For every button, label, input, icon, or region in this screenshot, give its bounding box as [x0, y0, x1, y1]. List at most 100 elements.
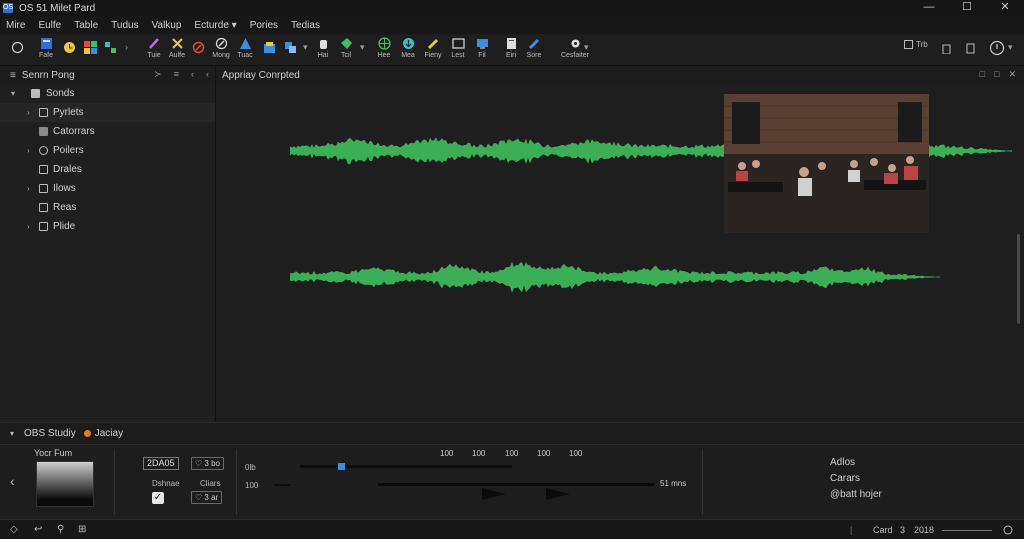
- chevron-right-icon[interactable]: ›: [125, 42, 128, 52]
- timeline-track[interactable]: [378, 483, 654, 486]
- toolbar-aulfe-button[interactable]: Aulfe: [164, 37, 190, 59]
- audio-item[interactable]: @batt hojer: [830, 489, 882, 500]
- tree-item[interactable]: › Ilows: [0, 179, 215, 198]
- restore-icon[interactable]: □: [980, 69, 985, 80]
- minimize-button[interactable]: —: [910, 0, 948, 16]
- toolbar-mong-button[interactable]: Mong: [208, 37, 234, 59]
- grid-icon: [39, 127, 48, 136]
- back-icon[interactable]: ‹: [191, 69, 194, 80]
- menu-item[interactable]: Pories: [250, 20, 278, 31]
- grid-color-icon[interactable]: [84, 41, 97, 54]
- tree-item[interactable]: › Poilers: [0, 141, 215, 160]
- chevron-down-icon[interactable]: ▾: [11, 89, 15, 98]
- volume-slider[interactable]: [300, 465, 512, 468]
- menu-item[interactable]: Ecturde ▾: [194, 20, 236, 31]
- document-icon: [506, 38, 516, 49]
- toolbar-mea-button[interactable]: Mea: [395, 37, 421, 59]
- chevron-down-icon[interactable]: ▾: [303, 42, 308, 53]
- tree-item-label: Reas: [53, 202, 77, 213]
- power-icon[interactable]: [989, 40, 1005, 56]
- chevron-down-icon[interactable]: ▾: [360, 42, 365, 53]
- menu-item[interactable]: Mire: [6, 20, 25, 31]
- toolbar-fil-button[interactable]: Fil: [469, 37, 495, 59]
- chevron-right-icon[interactable]: ›: [27, 108, 30, 117]
- toolbar-label: Fieny: [424, 52, 442, 59]
- checkbox[interactable]: ✓: [152, 492, 164, 504]
- record-icon[interactable]: [192, 41, 205, 54]
- tree-item[interactable]: Catorrars: [0, 122, 215, 141]
- toolbar-sore-button[interactable]: Sore: [521, 37, 547, 59]
- toolbar-tcil-button[interactable]: Tcil: [333, 37, 359, 59]
- menu-item[interactable]: Tudus: [111, 20, 138, 31]
- toolbar-fieny-button[interactable]: Fieny: [420, 37, 446, 59]
- volume-slider-handle[interactable]: [338, 463, 345, 470]
- audio-item[interactable]: Adlos: [830, 457, 855, 468]
- dock-button[interactable]: ♡ 3 bo: [191, 457, 224, 470]
- toolbar-hee-button[interactable]: Hee: [371, 37, 397, 59]
- controls-dock: ‹ Yocr Fum 2DA05 ♡ 3 bo Dshnae ✓ Cliars …: [0, 444, 1024, 519]
- close-icon[interactable]: ✕: [1008, 69, 1016, 80]
- level-label: 100: [245, 481, 259, 490]
- tree-item[interactable]: Drales: [0, 160, 215, 179]
- back-icon[interactable]: ‹: [206, 69, 209, 80]
- color-picker-square[interactable]: [36, 461, 94, 507]
- chevron-right-icon[interactable]: ›: [27, 146, 30, 155]
- maximize-button[interactable]: ☐: [948, 0, 986, 16]
- package-icon[interactable]: [263, 41, 276, 54]
- pin-icon[interactable]: ⚲: [57, 524, 64, 535]
- list-icon[interactable]: ≡: [174, 69, 179, 80]
- menu-bar: Mire Eulfe Table Tudus Valkup Ecturde ▾ …: [0, 16, 1024, 34]
- audio-item[interactable]: Carars: [830, 473, 860, 484]
- trb-button[interactable]: Trb: [904, 40, 928, 49]
- close-button[interactable]: ✕: [986, 0, 1024, 16]
- chevron-down-icon[interactable]: ▾: [10, 429, 14, 438]
- vertical-scrollbar[interactable]: [1017, 234, 1020, 324]
- menu-item[interactable]: Tedias: [291, 20, 320, 31]
- toolbar-label: Lest: [451, 52, 465, 59]
- card-label: Card: [873, 525, 893, 535]
- timecode-field[interactable]: 2DA05: [143, 457, 179, 470]
- play-icon[interactable]: [482, 487, 506, 501]
- toolbar-file-button[interactable]: Fafe: [33, 37, 59, 59]
- layers-icon[interactable]: [284, 41, 297, 54]
- dock-button[interactable]: ♡ 3 ar: [191, 491, 223, 504]
- trash-icon[interactable]: [942, 43, 951, 54]
- dock-header: ▾ OBS Studiy Jaciay: [0, 422, 1024, 444]
- tree-item[interactable]: ▾ Sonds: [0, 84, 215, 103]
- play-next-icon[interactable]: [546, 487, 570, 501]
- toolbar-label: Hai: [317, 52, 329, 59]
- tree-item[interactable]: › Pyrlets: [0, 103, 215, 122]
- circle-icon[interactable]: [11, 41, 24, 54]
- chevron-down-icon[interactable]: ▾: [1008, 42, 1013, 53]
- divider: [114, 449, 115, 515]
- clock-icon[interactable]: [63, 41, 76, 54]
- menu-item[interactable]: Table: [74, 20, 98, 31]
- tag-icon: [340, 38, 352, 49]
- waveform-track-2: [290, 261, 940, 293]
- menu-item[interactable]: Valkup: [152, 20, 182, 31]
- toolbar-tuac-button[interactable]: Tuac: [232, 37, 258, 59]
- clipboard-icon[interactable]: [966, 43, 975, 54]
- preview-canvas[interactable]: [216, 84, 1024, 422]
- chevron-left-icon[interactable]: ‹: [10, 473, 15, 489]
- puzzle-icon[interactable]: [104, 41, 117, 54]
- diamond-icon[interactable]: ◇: [10, 524, 18, 535]
- toolbar-lest-button[interactable]: Lest: [445, 37, 471, 59]
- expand-icon[interactable]: ≻: [154, 69, 162, 80]
- menu-item[interactable]: Eulfe: [38, 20, 61, 31]
- grid-icon[interactable]: ⊞: [78, 524, 86, 535]
- tree-item[interactable]: Reas: [0, 198, 215, 217]
- restore-icon[interactable]: □: [994, 69, 999, 80]
- tree-item[interactable]: › Plide: [0, 217, 215, 236]
- video-thumbnail: [724, 94, 929, 233]
- tree-item-label: Pyrlets: [53, 107, 84, 118]
- chevron-down-icon[interactable]: ▾: [584, 42, 589, 53]
- chevron-right-icon[interactable]: ›: [27, 222, 30, 231]
- settings-icon[interactable]: [1003, 525, 1013, 535]
- zoom-slider[interactable]: [942, 530, 992, 531]
- undo-icon[interactable]: ↩: [34, 524, 42, 535]
- menu-icon[interactable]: ≡: [10, 70, 16, 81]
- chevron-right-icon[interactable]: ›: [27, 184, 30, 193]
- tree-item-label: Poilers: [53, 145, 84, 156]
- settings-icon: [571, 39, 579, 48]
